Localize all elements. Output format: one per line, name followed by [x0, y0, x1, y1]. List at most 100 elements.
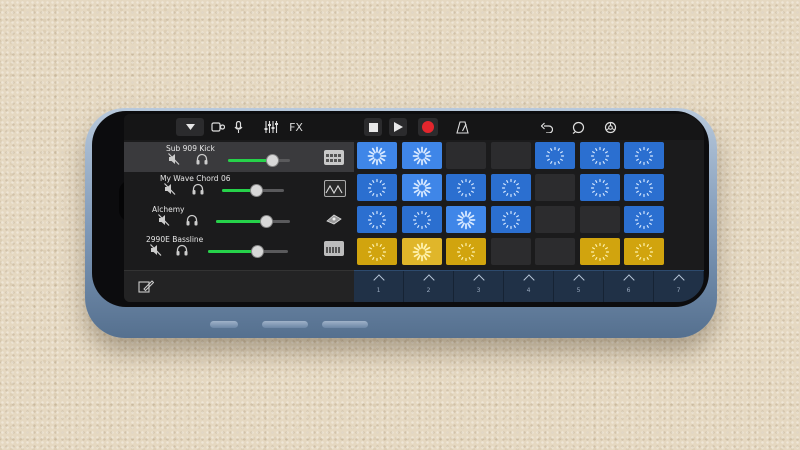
loop-cell[interactable]: [490, 174, 531, 201]
column-trigger-button[interactable]: 4: [504, 271, 554, 302]
volume-slider[interactable]: [228, 155, 290, 166]
loop-ring-icon: [634, 242, 654, 261]
track-header[interactable]: Sub 909 Kick: [124, 142, 354, 172]
volume-slider[interactable]: [222, 185, 284, 196]
column-trigger-button[interactable]: 2: [404, 271, 454, 302]
loop-ring-icon: [367, 146, 387, 165]
empty-loop-cell[interactable]: [535, 206, 575, 233]
volume-knob[interactable]: [250, 185, 262, 196]
track-header[interactable]: 2990E Bassline: [124, 233, 354, 263]
undo-button[interactable]: [539, 118, 555, 136]
chevron-up-icon: [472, 274, 485, 286]
settings-button[interactable]: [602, 118, 618, 136]
garageband-live-loops-screen: FX Sub 909 Kick My Wave Chord 06 Alchemy…: [124, 114, 704, 302]
headphones-icon[interactable]: [196, 153, 208, 165]
loop-browser-button[interactable]: [208, 118, 228, 136]
loop-ring-icon: [456, 178, 476, 197]
column-number: 7: [676, 287, 681, 294]
column-number: 5: [576, 287, 581, 294]
loop-cell[interactable]: [535, 142, 575, 169]
loop-cell[interactable]: [579, 238, 620, 265]
loop-cell[interactable]: [579, 174, 620, 201]
metronome-button[interactable]: [454, 118, 470, 136]
track-header[interactable]: Alchemy: [124, 203, 354, 233]
mute-speaker-icon[interactable]: [158, 214, 170, 226]
loop-cell[interactable]: [446, 238, 486, 265]
browser-button[interactable]: [176, 118, 204, 136]
microphone-button[interactable]: [230, 118, 246, 136]
metronome-icon: [455, 120, 469, 134]
loop-ring-icon: [634, 178, 654, 197]
column-trigger-button[interactable]: 5: [554, 271, 604, 302]
loop-browser-icon: [211, 122, 225, 132]
empty-loop-cell[interactable]: [579, 206, 620, 233]
volume-knob[interactable]: [267, 155, 279, 166]
record-icon: [422, 121, 434, 133]
column-number: 6: [626, 287, 631, 294]
loop-cell[interactable]: [401, 238, 442, 265]
fx-button[interactable]: FX: [286, 118, 306, 136]
loop-cell[interactable]: [357, 174, 397, 201]
empty-loop-cell[interactable]: [490, 142, 531, 169]
empty-loop-cell[interactable]: [446, 142, 486, 169]
loop-ring-icon: [367, 242, 387, 261]
loop-ring-icon: [501, 178, 520, 197]
empty-loop-cell[interactable]: [535, 238, 575, 265]
track-name: 2990E Bassline: [146, 235, 204, 244]
loop-cell[interactable]: [357, 238, 397, 265]
column-trigger-button[interactable]: 6: [604, 271, 654, 302]
column-number: 1: [376, 287, 381, 294]
loop-cell[interactable]: [357, 206, 397, 233]
track-list: Sub 909 Kick My Wave Chord 06 Alchemy 29…: [124, 140, 354, 270]
loop-cell[interactable]: [624, 206, 664, 233]
loop-circle-icon: [572, 121, 584, 134]
loop-cell[interactable]: [446, 174, 486, 201]
empty-loop-cell[interactable]: [490, 238, 531, 265]
track-name: Alchemy: [152, 205, 185, 214]
track-header[interactable]: My Wave Chord 06: [124, 172, 354, 202]
stop-button[interactable]: [364, 118, 382, 136]
loop-cell[interactable]: [490, 206, 531, 233]
volume-fill: [228, 159, 273, 162]
loop-ring-icon: [412, 178, 431, 197]
column-trigger-button[interactable]: 1: [354, 271, 404, 302]
headphones-icon[interactable]: [176, 244, 188, 256]
headphones-icon[interactable]: [192, 183, 204, 195]
chevron-up-icon: [572, 274, 585, 286]
side-button-action: [210, 321, 238, 328]
loop-cell[interactable]: [401, 174, 442, 201]
loop-ring-icon: [412, 242, 431, 261]
loop-settings-button[interactable]: [570, 118, 586, 136]
loop-cell[interactable]: [446, 206, 486, 233]
mixer-button[interactable]: [262, 118, 280, 136]
cell-edit-button[interactable]: [138, 279, 155, 295]
volume-knob[interactable]: [252, 246, 264, 257]
volume-knob[interactable]: [260, 216, 272, 227]
toolbar: FX: [124, 114, 704, 140]
loop-cell[interactable]: [624, 142, 664, 169]
mute-speaker-icon[interactable]: [164, 183, 176, 195]
mute-speaker-icon[interactable]: [150, 244, 162, 256]
loop-cell[interactable]: [357, 142, 397, 169]
track-name: My Wave Chord 06: [160, 174, 231, 183]
column-number: 4: [526, 287, 531, 294]
column-number: 3: [476, 287, 481, 294]
loop-cell[interactable]: [624, 238, 664, 265]
empty-loop-cell[interactable]: [535, 174, 575, 201]
volume-slider[interactable]: [208, 246, 288, 257]
volume-slider[interactable]: [216, 216, 290, 227]
play-button[interactable]: [389, 118, 407, 136]
loop-cell[interactable]: [579, 142, 620, 169]
undo-icon: [541, 122, 553, 133]
record-button[interactable]: [418, 118, 438, 136]
loop-cell[interactable]: [401, 142, 442, 169]
loop-cell[interactable]: [401, 206, 442, 233]
column-trigger-button[interactable]: 3: [454, 271, 504, 302]
mute-speaker-icon[interactable]: [168, 153, 180, 165]
column-trigger-button[interactable]: 7: [654, 271, 704, 302]
fx-label: FX: [289, 120, 303, 134]
chevron-up-icon: [522, 274, 535, 286]
track-name: Sub 909 Kick: [166, 144, 215, 153]
loop-cell[interactable]: [624, 174, 664, 201]
headphones-icon[interactable]: [186, 214, 198, 226]
